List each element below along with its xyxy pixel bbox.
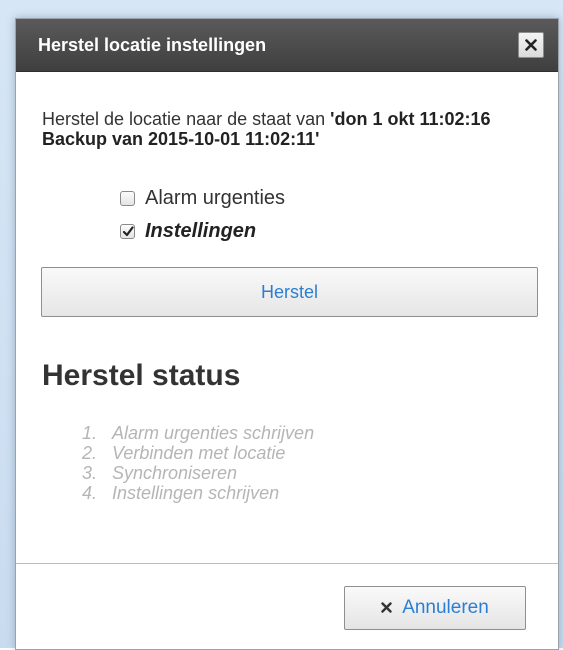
status-step: 1. Alarm urgenties schrijven (82, 423, 314, 443)
close-icon (525, 39, 537, 51)
annuleren-button[interactable]: Annuleren (344, 586, 526, 630)
instellingen-checkbox[interactable] (120, 223, 135, 239)
option-instellingen[interactable]: Instellingen (120, 220, 256, 242)
restore-description-prefix: Herstel de locatie naar de staat van (42, 109, 331, 129)
status-step-label: Alarm urgenties schrijven (112, 423, 315, 443)
restore-description: Herstel de locatie naar de staat van 'do… (42, 109, 542, 149)
status-step: 2. Verbinden met locatie (82, 443, 314, 463)
status-heading: Herstel status (42, 359, 241, 392)
status-step-number: 2. (82, 443, 98, 463)
window-backdrop: Herstel locatie instellingen Herstel de … (0, 0, 563, 650)
alarm-urgenties-checkbox[interactable] (120, 190, 135, 206)
close-icon (381, 597, 392, 619)
status-step: 4. Instellingen schrijven (82, 483, 314, 503)
status-step: 3. Synchroniseren (82, 463, 314, 483)
annuleren-label: Annuleren (402, 597, 489, 618)
status-step-label: Instellingen schrijven (112, 483, 280, 503)
status-steps-list: 1. Alarm urgenties schrijven 2. Verbinden … (82, 423, 314, 503)
status-step-label: Synchroniseren (112, 463, 238, 483)
restore-dialog: Herstel locatie instellingen Herstel de … (15, 18, 559, 650)
status-step-number: 1. (82, 423, 98, 443)
footer-divider (16, 563, 558, 564)
instellingen-label: Instellingen (145, 219, 257, 242)
close-button[interactable] (518, 32, 544, 58)
alarm-urgenties-label: Alarm urgenties (145, 186, 286, 209)
status-step-number: 3. (82, 463, 98, 483)
option-alarm-urgenties[interactable]: Alarm urgenties (120, 187, 285, 209)
status-step-label: Verbinden met locatie (112, 443, 286, 463)
checkmark-icon (122, 225, 134, 236)
dialog-titlebar: Herstel locatie instellingen (16, 19, 558, 72)
status-step-number: 4. (82, 483, 98, 503)
dialog-title: Herstel locatie instellingen (38, 35, 267, 55)
herstel-button[interactable]: Herstel (41, 267, 538, 317)
